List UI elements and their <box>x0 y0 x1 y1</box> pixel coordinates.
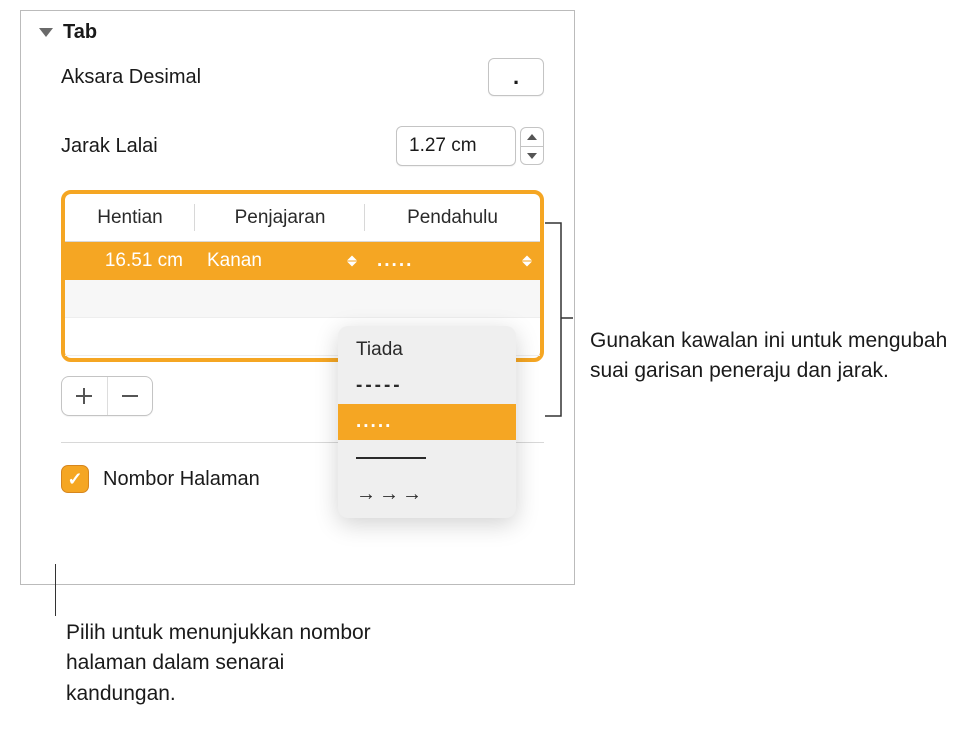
decimal-character-label: Aksara Desimal <box>61 66 201 89</box>
page-numbers-label: Nombor Halaman <box>103 468 260 491</box>
leader-cell[interactable]: ..... <box>365 242 540 280</box>
leader-option-line[interactable] <box>338 440 516 476</box>
table-header-row: Hentian Penjajaran Pendahulu <box>65 194 540 242</box>
alignment-cell[interactable]: Kanan <box>195 242 365 280</box>
callout-bottom: Pilih untuk menunjukkan nombor halaman d… <box>66 618 386 709</box>
disclosure-triangle-icon[interactable] <box>39 28 53 37</box>
stepper-up-button[interactable] <box>520 127 544 146</box>
column-header-alignment[interactable]: Penjajaran <box>195 194 365 241</box>
select-arrows-icon <box>347 256 357 267</box>
stepper-buttons <box>520 127 544 165</box>
callout-right: Gunakan kawalan ini untuk mengubah suai … <box>590 326 950 387</box>
decimal-character-input[interactable]: . <box>488 58 544 96</box>
table-row[interactable]: 16.51 cm Kanan ..... <box>65 242 540 280</box>
default-spacing-row: Jarak Lalai 1.27 cm <box>21 120 574 172</box>
leader-dropdown-menu: Tiada ----- ..... →→→ <box>338 326 516 518</box>
default-spacing-input[interactable]: 1.27 cm <box>396 126 516 166</box>
column-header-stops[interactable]: Hentian <box>65 194 195 241</box>
remove-button[interactable] <box>108 377 153 415</box>
column-header-leader[interactable]: Pendahulu <box>365 194 540 241</box>
select-arrows-icon <box>522 256 532 267</box>
add-button[interactable] <box>62 377 108 415</box>
section-title: Tab <box>63 21 97 44</box>
decimal-character-row: Aksara Desimal . <box>21 52 574 102</box>
stop-value-cell[interactable]: 16.51 cm <box>65 242 195 280</box>
section-header[interactable]: Tab <box>21 11 574 52</box>
leader-option-none[interactable]: Tiada <box>338 332 516 368</box>
page-numbers-checkbox[interactable]: ✓ <box>61 465 89 493</box>
leader-value: ..... <box>377 250 413 272</box>
leader-option-arrows[interactable]: →→→ <box>338 476 516 512</box>
alignment-value: Kanan <box>207 250 262 272</box>
leader-option-dashes[interactable]: ----- <box>338 368 516 404</box>
default-spacing-stepper: 1.27 cm <box>396 126 544 166</box>
stepper-down-button[interactable] <box>520 146 544 165</box>
table-row[interactable] <box>65 280 540 318</box>
add-remove-control <box>61 376 153 416</box>
default-spacing-label: Jarak Lalai <box>61 135 158 158</box>
leader-option-dots[interactable]: ..... <box>338 404 516 440</box>
